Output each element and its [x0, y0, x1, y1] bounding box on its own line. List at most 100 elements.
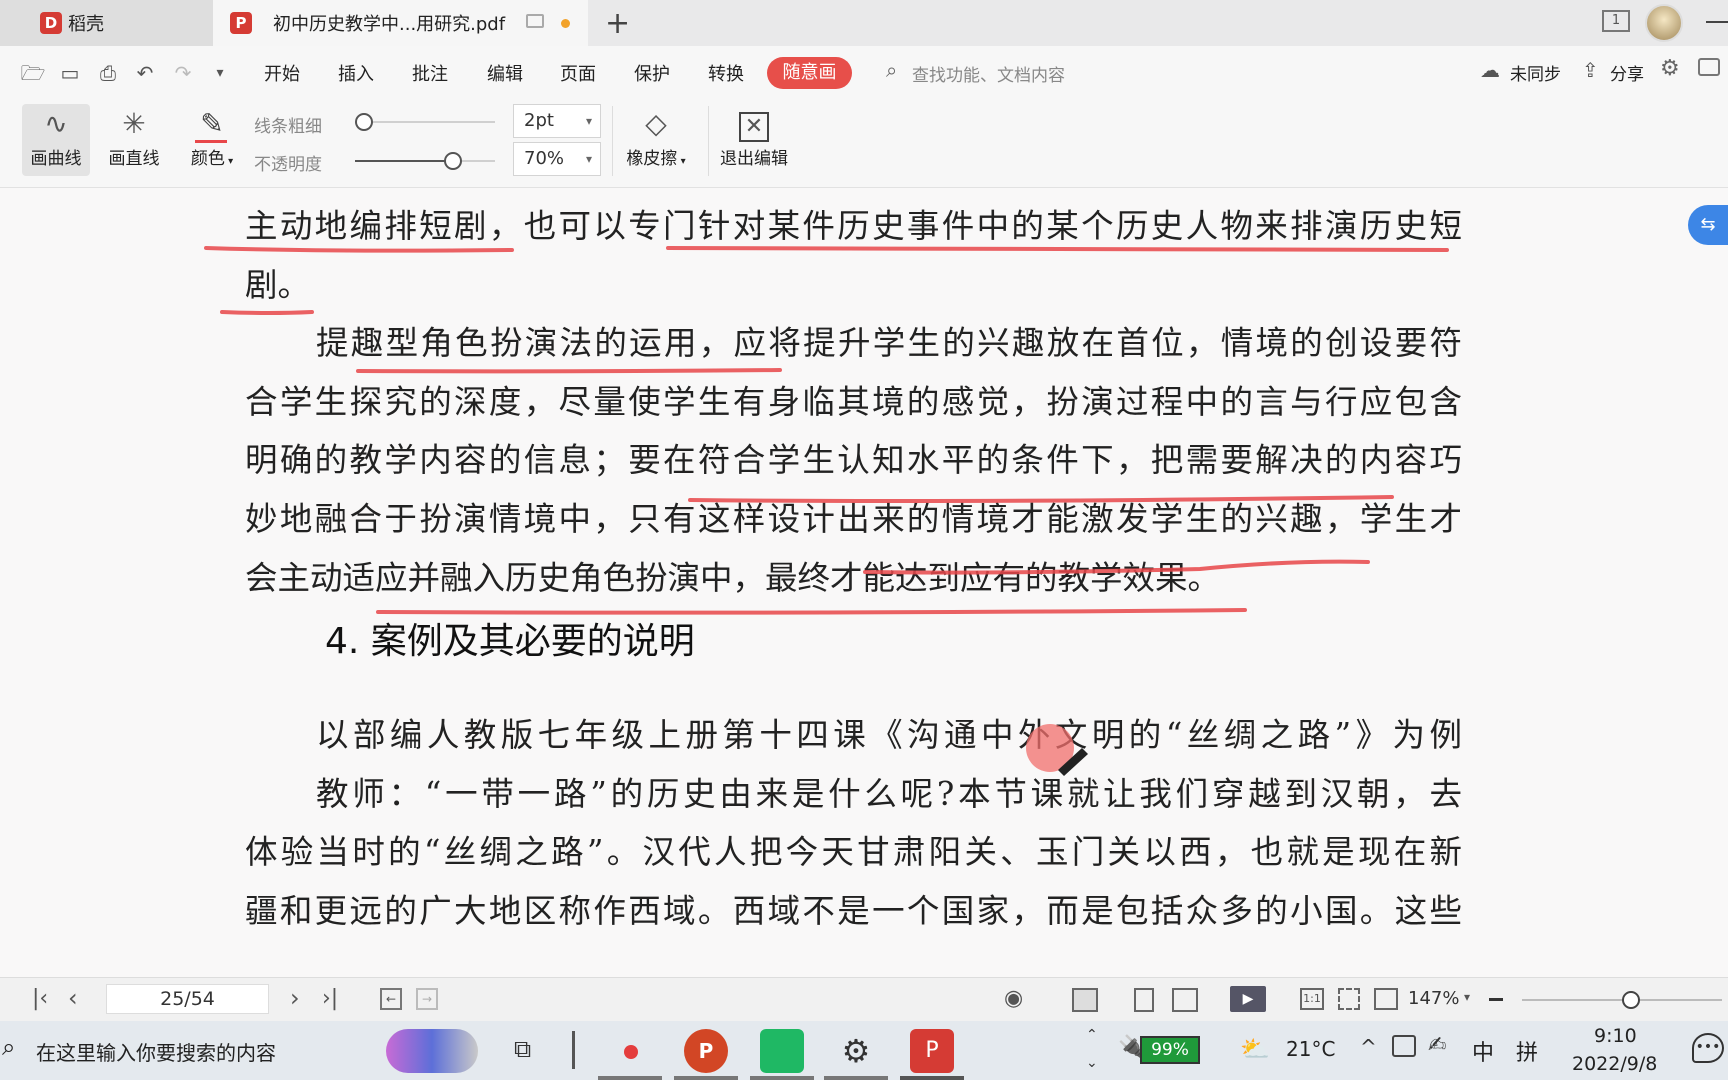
scroll-down-chevron-icon[interactable]: ⌄ [1086, 1055, 1098, 1071]
undo-icon[interactable]: ↶ [132, 60, 158, 86]
tab-bar: D 稻壳 P 初中历史教学中...用研究.pdf + 1 [0, 0, 1728, 46]
tab-daoke[interactable]: D 稻壳 [0, 0, 213, 46]
two-page-view-icon[interactable] [1172, 988, 1198, 1012]
line-width-slider-knob[interactable] [355, 113, 373, 131]
side-panel-toggle-icon[interactable]: ⇆ [1688, 205, 1728, 245]
settings-gear-icon[interactable]: ⚙ [1660, 56, 1680, 81]
menu-convert[interactable]: 转换 [708, 60, 744, 86]
next-page-icon[interactable]: › [290, 984, 300, 1012]
redo-icon[interactable]: ↷ [170, 60, 196, 86]
opacity-select[interactable]: 70% ▾ [513, 142, 601, 176]
pen-workspace-icon[interactable]: ✍ [1428, 1033, 1446, 1058]
open-folder-icon[interactable]: 🗁 [20, 60, 46, 86]
annotation-stroke[interactable] [688, 495, 1394, 503]
first-page-icon[interactable]: |‹ [32, 986, 48, 1011]
opacity-slider-fill [355, 160, 453, 162]
annotation-stroke[interactable] [220, 310, 314, 315]
status-bar: |‹ ‹ 25/54 › ›| ← → ◉ ▶ 1:1 147% ▾ [0, 977, 1728, 1021]
opacity-slider-knob[interactable] [444, 152, 462, 170]
menu-start[interactable]: 开始 [264, 60, 300, 86]
weather-temperature[interactable]: 21°C [1286, 1037, 1335, 1061]
zoom-dropdown-icon[interactable]: ▾ [1464, 990, 1470, 1004]
print-icon[interactable]: ⎙ [95, 60, 121, 86]
screen-icon[interactable] [526, 14, 544, 28]
eraser-button[interactable]: ◇ 橡皮擦 ▾ [618, 104, 694, 176]
save-icon[interactable]: ▭ [57, 60, 83, 86]
menu-page[interactable]: 页面 [560, 60, 596, 86]
exit-edit-label: 退出编辑 [720, 149, 788, 169]
opacity-value: 70% [524, 148, 565, 169]
last-page-icon[interactable]: ›| [322, 986, 338, 1011]
line-width-slider[interactable] [355, 113, 495, 131]
menu-insert[interactable]: 插入 [338, 60, 374, 86]
single-page-view-icon[interactable] [1072, 988, 1098, 1012]
app-running-indicator [824, 1076, 888, 1080]
pdf-page-view[interactable]: 主动地编排短剧，也可以专门针对某件历史事件中的某个历史人物来排演历史短 剧。 提… [0, 188, 1728, 977]
feature-search-input[interactable]: 查找功能、文档内容 [912, 61, 1065, 86]
draw-line-button[interactable]: ✳ 画直线 [100, 104, 168, 176]
line-width-select[interactable]: 2pt ▾ [513, 104, 601, 138]
color-button[interactable]: ✎ 颜色 ▾ [182, 104, 242, 176]
clock-date[interactable]: 2022/9/8 [1572, 1053, 1657, 1075]
minimize-icon[interactable] [1706, 21, 1728, 23]
exit-edit-button[interactable]: ✕ 退出编辑 [712, 104, 796, 176]
zoom-slider[interactable] [1522, 991, 1722, 1009]
forward-view-icon[interactable]: → [416, 988, 438, 1010]
tray-chevron-up-icon[interactable]: ^ [1360, 1035, 1377, 1059]
menu-protect[interactable]: 保护 [634, 60, 670, 86]
eye-protection-icon[interactable]: ◉ [1004, 986, 1023, 1011]
eraser-label: 橡皮擦 [626, 149, 678, 169]
previous-page-icon[interactable]: ‹ [68, 984, 78, 1012]
zoom-level[interactable]: 147% [1408, 988, 1459, 1009]
annotation-stroke[interactable] [863, 559, 1370, 575]
recorder-app-icon[interactable] [608, 1029, 652, 1073]
more-chevron-icon[interactable]: ▾ [207, 60, 233, 86]
tab-pdf-document[interactable]: P 初中历史教学中...用研究.pdf [213, 0, 588, 46]
ime-language[interactable]: 中 [1472, 1035, 1494, 1067]
annotation-stroke[interactable] [376, 608, 1247, 615]
window-count-icon[interactable]: 1 [1602, 10, 1630, 32]
zoom-slider-knob[interactable] [1622, 991, 1640, 1009]
clock-time[interactable]: 9:10 [1594, 1025, 1637, 1047]
zoom-out-icon[interactable] [1489, 998, 1503, 1001]
sync-status[interactable]: 未同步 [1510, 60, 1561, 85]
continuous-view-icon[interactable] [1134, 988, 1154, 1012]
settings-gear-icon[interactable]: ⚙ [834, 1029, 878, 1073]
share-button[interactable]: 分享 [1610, 60, 1644, 85]
play-slideshow-icon[interactable]: ▶ [1230, 986, 1266, 1012]
task-view-icon[interactable]: ⧉ [514, 1035, 531, 1063]
tab-label: 初中历史教学中...用研究.pdf [273, 14, 506, 35]
ime-mode[interactable]: 拼 [1516, 1035, 1538, 1067]
draw-curve-button[interactable]: ∿ 画曲线 [22, 104, 90, 176]
actual-size-icon[interactable]: 1:1 [1300, 988, 1324, 1010]
ribbon-divider [708, 106, 709, 176]
new-tab-plus-icon[interactable]: + [605, 6, 630, 41]
chat-app-icon[interactable] [760, 1029, 804, 1073]
opacity-slider[interactable] [355, 152, 495, 170]
line-width-value: 2pt [524, 110, 554, 131]
freehand-annotations[interactable] [0, 188, 1728, 977]
search-highlight-illustration [386, 1029, 478, 1073]
fit-page-icon[interactable] [1338, 988, 1360, 1010]
wps-pdf-app-icon[interactable]: P [910, 1029, 954, 1073]
back-view-icon[interactable]: ← [380, 988, 402, 1010]
menu-edit[interactable]: 编辑 [487, 60, 523, 86]
page-number-input[interactable]: 25/54 [106, 984, 269, 1014]
annotation-stroke[interactable] [356, 368, 782, 374]
annotation-stroke[interactable] [204, 246, 514, 253]
annotation-stroke[interactable] [666, 246, 1449, 252]
powerpoint-app-icon[interactable]: P [684, 1029, 728, 1073]
draw-ribbon: ∿ 画曲线 ✳ 画直线 ✎ 颜色 ▾ 线条粗细 不透明度 2pt ▾ 70% ▾… [0, 100, 1728, 188]
fit-width-icon[interactable] [1374, 988, 1398, 1010]
line-burst-icon: ✳ [122, 107, 146, 140]
battery-indicator[interactable]: 99% [1140, 1036, 1200, 1064]
menu-comment[interactable]: 批注 [412, 60, 448, 86]
notification-center-icon[interactable]: ••• [1692, 1033, 1724, 1063]
taskbar-search-input[interactable]: 在这里输入你要搜索的内容 [36, 1037, 276, 1066]
network-icon[interactable] [1392, 1035, 1416, 1057]
comment-panel-icon[interactable] [1698, 58, 1720, 76]
app-active-indicator [900, 1076, 964, 1080]
scroll-up-chevron-icon[interactable]: ⌃ [1086, 1027, 1098, 1043]
avatar[interactable] [1645, 4, 1683, 42]
menu-freehand-draw[interactable]: 随意画 [767, 57, 852, 89]
